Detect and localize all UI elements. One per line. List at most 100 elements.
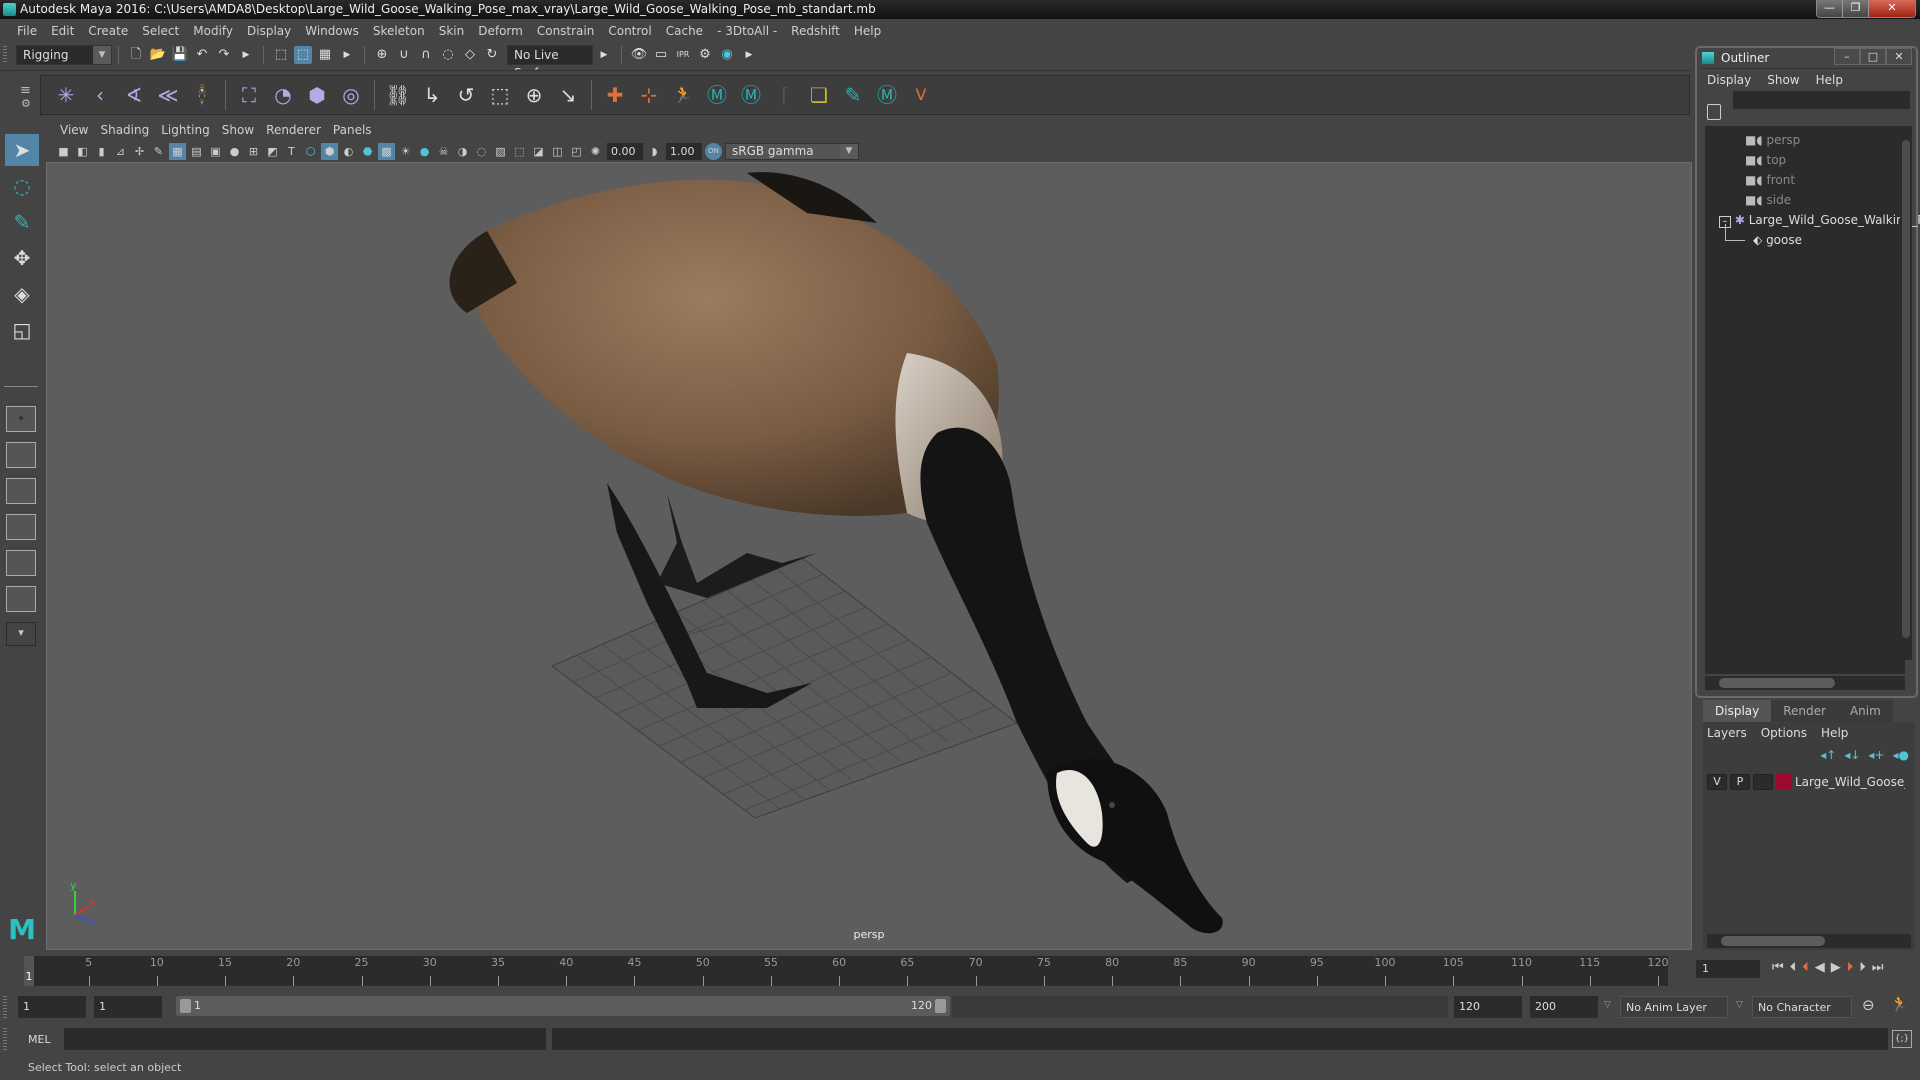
go-to-start-icon[interactable]: ⏮ bbox=[1772, 960, 1784, 975]
move-layer-up-icon[interactable]: ◂↑ bbox=[1820, 748, 1836, 762]
maya-shelf-icon-3[interactable]: Ⓜ bbox=[873, 80, 901, 110]
xray-joints-icon[interactable]: ◫ bbox=[549, 143, 566, 160]
layer-menu-layers[interactable]: Layers bbox=[1707, 726, 1747, 740]
panel-menu-view[interactable]: View bbox=[54, 123, 94, 137]
render-current-icon[interactable]: ▭ bbox=[652, 46, 670, 64]
grip-handle[interactable] bbox=[3, 1028, 7, 1050]
wireframe-icon[interactable]: ⬡ bbox=[302, 143, 319, 160]
grip-handle[interactable] bbox=[3, 46, 7, 62]
character-set-icon[interactable]: 🏃 bbox=[669, 80, 697, 110]
menu-help[interactable]: Help bbox=[847, 24, 888, 38]
menu-skeleton[interactable]: Skeleton bbox=[366, 24, 432, 38]
color-management-toggle-icon[interactable]: ON bbox=[705, 142, 722, 160]
point-constraint-icon[interactable]: ↳ bbox=[418, 80, 446, 110]
tab-render[interactable]: Render bbox=[1771, 700, 1838, 722]
layer-menu-help[interactable]: Help bbox=[1821, 726, 1848, 740]
panel-menu-renderer[interactable]: Renderer bbox=[260, 123, 327, 137]
anim-layer-dropdown[interactable]: No Anim Layer bbox=[1620, 996, 1728, 1018]
undo-icon[interactable]: ↶ bbox=[193, 46, 211, 64]
range-end-handle[interactable] bbox=[935, 999, 946, 1013]
paint-skin-icon[interactable]: ✎ bbox=[839, 80, 867, 110]
persp-graph-outliner-layout-icon[interactable] bbox=[6, 586, 36, 612]
wireframe-on-shaded-icon[interactable]: ⬣ bbox=[359, 143, 376, 160]
layer-row[interactable]: V P Large_Wild_Goose_Walking_Pose bbox=[1707, 772, 1905, 792]
humanik-icon[interactable]: 🕴 bbox=[188, 80, 216, 110]
tab-display[interactable]: Display bbox=[1703, 700, 1772, 722]
grease-pencil-icon[interactable]: ✎ bbox=[150, 143, 167, 160]
panel-menu-lighting[interactable]: Lighting bbox=[155, 123, 216, 137]
shelf-v-icon[interactable]: V bbox=[907, 80, 935, 110]
empty-shelf-slot[interactable]: ⌈ bbox=[771, 80, 799, 110]
outliner-item[interactable]: – ✱ Large_Wild_Goose_Walking_Pose bbox=[1719, 210, 1920, 230]
menu-deform[interactable]: Deform bbox=[471, 24, 530, 38]
2d-pan-zoom-icon[interactable]: ✢ bbox=[131, 143, 148, 160]
current-frame-field[interactable]: 1 bbox=[1696, 960, 1760, 978]
scale-constraint-icon[interactable]: ⬚ bbox=[486, 80, 514, 110]
bookmark-icon[interactable]: ▮ bbox=[93, 143, 110, 160]
layer-visibility-toggle[interactable]: V bbox=[1707, 774, 1727, 790]
grip-handle[interactable] bbox=[3, 996, 7, 1018]
safe-title-icon[interactable]: T bbox=[283, 143, 300, 160]
menu-file[interactable]: File bbox=[10, 24, 44, 38]
snap-surface-icon[interactable]: ↻ bbox=[483, 46, 501, 64]
outliner-item[interactable]: ■◖ front bbox=[1745, 170, 1795, 190]
current-frame-marker[interactable]: 1 bbox=[24, 956, 34, 986]
anti-aliasing-icon[interactable]: ◌ bbox=[473, 143, 490, 160]
animation-preferences-icon[interactable]: 🏃 bbox=[1890, 995, 1909, 1013]
select-object-icon[interactable]: ⬚ bbox=[294, 46, 312, 64]
menu-constrain[interactable]: Constrain bbox=[530, 24, 602, 38]
menu-3dtoall[interactable]: - 3DtoAll - bbox=[710, 24, 784, 38]
step-forward-frame-icon[interactable]: ⏵ bbox=[1859, 960, 1866, 975]
step-forward-key-icon[interactable]: ⏵ bbox=[1847, 960, 1854, 975]
outliner-title-bar[interactable]: Outliner – □ ✕ bbox=[1697, 48, 1916, 68]
select-component-icon[interactable]: ▦ bbox=[316, 46, 334, 64]
script-editor-icon[interactable]: {;} bbox=[1892, 1030, 1912, 1048]
live-surface-field[interactable]: No Live Surface bbox=[507, 45, 593, 80]
open-scene-icon[interactable]: 📂 bbox=[149, 46, 167, 64]
persp-graph-layout-icon[interactable] bbox=[6, 514, 36, 540]
film-gate-icon[interactable]: ▤ bbox=[188, 143, 205, 160]
panel-menu-show[interactable]: Show bbox=[216, 123, 260, 137]
exposure-field[interactable]: 0.00 bbox=[607, 142, 643, 160]
lasso-tool-icon[interactable]: ◌ bbox=[5, 170, 39, 202]
snap-curve-icon[interactable]: ∪ bbox=[395, 46, 413, 64]
menu-modify[interactable]: Modify bbox=[186, 24, 240, 38]
minimize-button[interactable]: — bbox=[1817, 0, 1843, 17]
outliner-menu-help[interactable]: Help bbox=[1816, 73, 1843, 87]
collapse-arrow-icon[interactable]: ▶ bbox=[237, 46, 255, 64]
camera-icon[interactable]: ■ bbox=[55, 143, 72, 160]
layout-more-icon[interactable]: ▾ bbox=[6, 622, 36, 646]
collapse-arrow-icon[interactable]: ▶ bbox=[595, 46, 613, 64]
step-back-key-icon[interactable]: ⏴ bbox=[1802, 960, 1809, 975]
menu-display[interactable]: Display bbox=[240, 24, 298, 38]
panel-menu-panels[interactable]: Panels bbox=[327, 123, 378, 137]
menu-select[interactable]: Select bbox=[135, 24, 186, 38]
select-tool-icon[interactable]: ➤ bbox=[5, 134, 39, 166]
redo-icon[interactable]: ↷ bbox=[215, 46, 233, 64]
ipr-render-icon[interactable]: IPR bbox=[674, 46, 692, 64]
outliner-search-input[interactable] bbox=[1733, 91, 1910, 109]
view-transform-dropdown[interactable]: sRGB gamma ▼ bbox=[725, 142, 859, 160]
range-start-handle[interactable] bbox=[180, 999, 191, 1013]
tab-anim[interactable]: Anim bbox=[1837, 700, 1893, 722]
outliner-item[interactable]: ■◖ persp bbox=[1745, 130, 1800, 150]
orient-constraint-icon[interactable]: ↺ bbox=[452, 80, 480, 110]
rotate-tool-icon[interactable]: ◈ bbox=[5, 278, 39, 310]
grid-icon[interactable]: ▦ bbox=[169, 142, 186, 160]
animation-start-field[interactable]: 1 bbox=[18, 996, 86, 1018]
outliner-minimize-button[interactable]: – bbox=[1834, 48, 1860, 65]
outliner-maximize-button[interactable]: □ bbox=[1860, 48, 1886, 65]
use-default-material-icon[interactable]: ◐ bbox=[340, 143, 357, 160]
menu-skin[interactable]: Skin bbox=[432, 24, 472, 38]
insert-joint-icon[interactable]: ≪ bbox=[154, 80, 182, 110]
screen-space-ao-icon[interactable]: ☠ bbox=[435, 143, 452, 160]
joint-tool-icon[interactable]: ✳ bbox=[52, 80, 80, 110]
menuset-dropdown[interactable]: Rigging ▼ bbox=[16, 45, 112, 65]
menu-create[interactable]: Create bbox=[81, 24, 135, 38]
playback-start-field[interactable]: 1 bbox=[94, 996, 162, 1018]
exposure-icon[interactable]: ✺ bbox=[587, 143, 604, 160]
play-forwards-icon[interactable]: ▶ bbox=[1831, 960, 1841, 975]
close-button[interactable]: ✕ bbox=[1869, 0, 1915, 17]
four-view-layout-icon[interactable] bbox=[6, 442, 36, 468]
render-view-icon[interactable]: 👁 bbox=[630, 46, 648, 64]
